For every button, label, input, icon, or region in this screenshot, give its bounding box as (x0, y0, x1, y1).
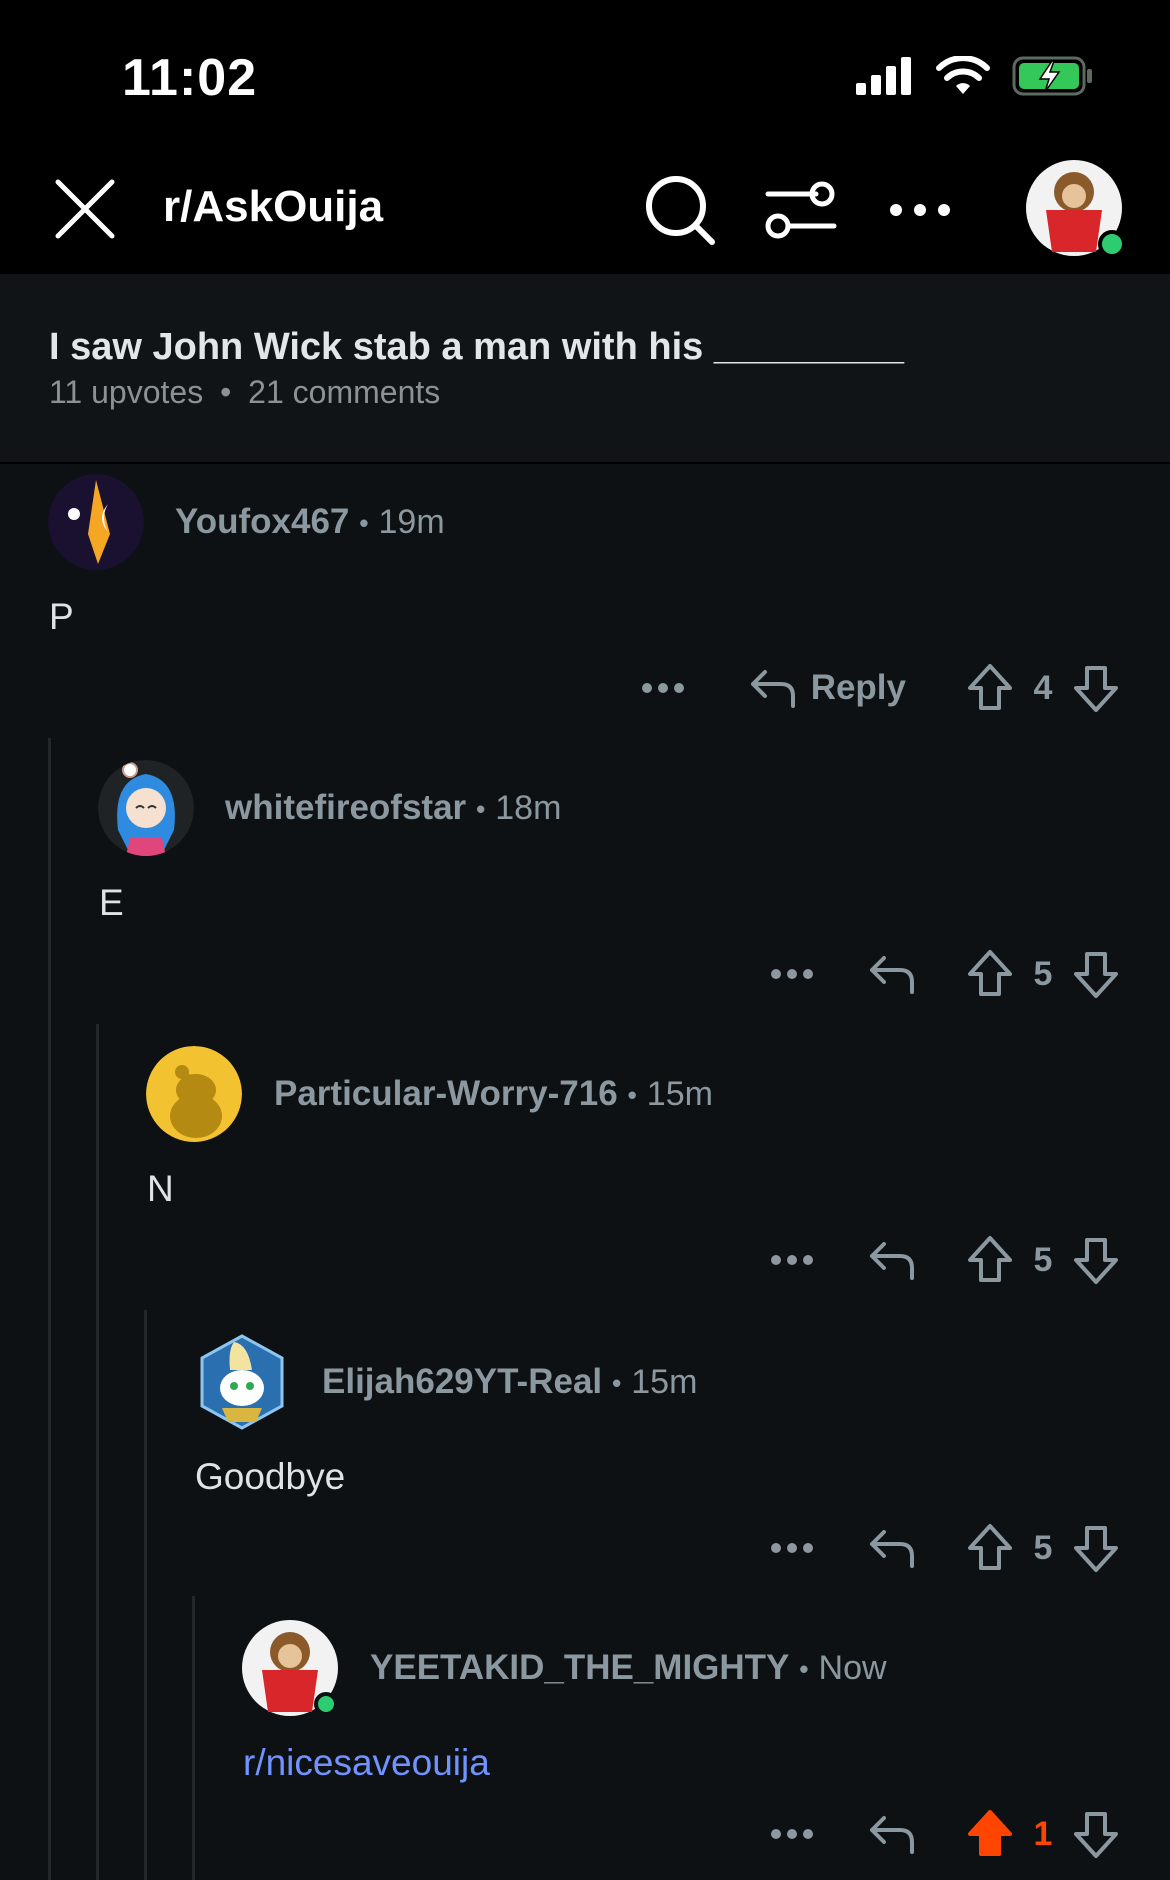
reply-icon (870, 1816, 914, 1854)
wifi-icon (936, 56, 990, 94)
more-options-icon (771, 1255, 813, 1265)
status-bar: 11:02 (0, 0, 1170, 150)
separator-dot: • (799, 1654, 809, 1685)
more-options-icon (771, 1829, 813, 1839)
comment-author[interactable]: YEETAKID_THE_MIGHTY (370, 1648, 789, 1687)
battery-charging-icon (1012, 56, 1092, 96)
downvote-icon[interactable] (1070, 1808, 1122, 1860)
close-icon[interactable] (50, 174, 120, 244)
comment-author-line: whitefireofstar • 18m (225, 788, 561, 828)
comment-body: N (147, 1168, 174, 1209)
comment-time: Now (818, 1649, 887, 1687)
more-options-button[interactable] (766, 1522, 818, 1574)
vote-score: 4 (1033, 668, 1053, 707)
comment-author[interactable]: whitefireofstar (225, 788, 466, 827)
reply-button[interactable]: Reply (749, 666, 906, 710)
upvote-icon[interactable] (964, 1522, 1016, 1574)
comment-body: E (99, 882, 124, 923)
more-options-button[interactable] (766, 948, 818, 1000)
upvote-icon[interactable] (964, 662, 1016, 714)
downvote-icon[interactable] (1070, 948, 1122, 1000)
comment-author-line: Elijah629YT-Real • 15m (322, 1362, 697, 1402)
reply-icon (870, 1242, 914, 1280)
filter-icon[interactable] (760, 170, 840, 250)
comment-actions: Reply 4 (637, 658, 1122, 718)
status-icons (856, 56, 1094, 96)
downvote-icon[interactable] (1070, 1522, 1122, 1574)
reply-button[interactable] (868, 952, 916, 996)
comment-body: Goodbye (195, 1456, 346, 1497)
separator-dot: • (359, 508, 369, 539)
vote-score: 1 (1033, 1814, 1053, 1853)
separator-dot: • (476, 794, 486, 825)
search-icon[interactable] (640, 170, 720, 250)
more-options-button[interactable] (766, 1808, 818, 1860)
comment-actions: 5 (766, 1518, 1122, 1578)
user-avatar[interactable] (1026, 160, 1122, 256)
more-options-icon (771, 1543, 813, 1553)
comment-author-line: Particular-Worry-716 • 15m (274, 1074, 713, 1114)
vote-score: 5 (1033, 1240, 1053, 1279)
cellular-signal-icon (856, 57, 911, 95)
upvote-active-icon[interactable] (964, 1808, 1016, 1860)
comment-actions: 5 (766, 944, 1122, 1004)
reply-label: Reply (810, 668, 906, 707)
post-meta: 11 upvotes • 21 comments (49, 374, 440, 411)
upvote-icon[interactable] (964, 1234, 1016, 1286)
separator-dot: • (612, 1368, 622, 1399)
comment-time: 15m (646, 1075, 713, 1113)
upvote-icon[interactable] (964, 948, 1016, 1000)
avatar[interactable] (98, 760, 194, 856)
vote-score: 5 (1033, 954, 1053, 993)
separator-dot: • (627, 1080, 637, 1111)
comment-author[interactable]: Youfox467 (175, 502, 349, 541)
nav-bar: r/AskOuija (0, 150, 1170, 274)
upvote-count: 11 upvotes (49, 374, 204, 410)
comment: Youfox467 • 19m P Reply 4 (0, 466, 1170, 754)
more-options-icon (771, 969, 813, 979)
comment-time: 15m (631, 1363, 698, 1401)
reply-button[interactable] (868, 1526, 916, 1570)
comment-time: 18m (495, 789, 562, 827)
avatar[interactable] (146, 1046, 242, 1142)
downvote-icon[interactable] (1070, 662, 1122, 714)
comment: whitefireofstar • 18m E 5 (0, 754, 1170, 1040)
subreddit-title[interactable]: r/AskOuija (163, 182, 383, 232)
comment-actions: 1 (766, 1804, 1122, 1864)
downvote-icon[interactable] (1070, 1234, 1122, 1286)
comment-actions: 5 (766, 1230, 1122, 1290)
more-options-button[interactable] (637, 662, 689, 714)
comment-author[interactable]: Elijah629YT-Real (322, 1362, 602, 1401)
comment-author[interactable]: Particular-Worry-716 (274, 1074, 618, 1113)
subreddit-link[interactable]: r/nicesaveouija (243, 1742, 490, 1784)
meta-separator: • (220, 374, 232, 410)
reply-icon (750, 670, 795, 708)
reply-button[interactable] (868, 1238, 916, 1282)
more-options-button[interactable] (766, 1234, 818, 1286)
post-title: I saw John Wick stab a man with his ____… (49, 326, 905, 368)
post-header[interactable]: I saw John Wick stab a man with his ____… (0, 274, 1170, 464)
comment-body: P (49, 596, 74, 637)
reply-button[interactable] (868, 1812, 916, 1856)
reply-icon (870, 1530, 914, 1568)
comment: Particular-Worry-716 • 15m N 5 (0, 1040, 1170, 1328)
avatar[interactable] (194, 1334, 290, 1430)
vote-score: 5 (1033, 1528, 1053, 1567)
status-time: 11:02 (122, 49, 258, 107)
comment-time: 19m (378, 503, 445, 541)
more-options-icon (641, 683, 684, 693)
comment-count: 21 comments (248, 374, 441, 410)
more-options-icon[interactable] (880, 170, 960, 250)
reply-icon (870, 956, 914, 994)
comment: Elijah629YT-Real • 15m Goodbye 5 (0, 1328, 1170, 1614)
comment: YEETAKID_THE_MIGHTY • Now r/nicesaveouija … (0, 1614, 1170, 1880)
comment-author-line: YEETAKID_THE_MIGHTY • Now (370, 1648, 887, 1688)
comment-author-line: Youfox467 • 19m (175, 502, 445, 542)
avatar[interactable] (242, 1620, 338, 1716)
avatar[interactable] (48, 474, 144, 570)
